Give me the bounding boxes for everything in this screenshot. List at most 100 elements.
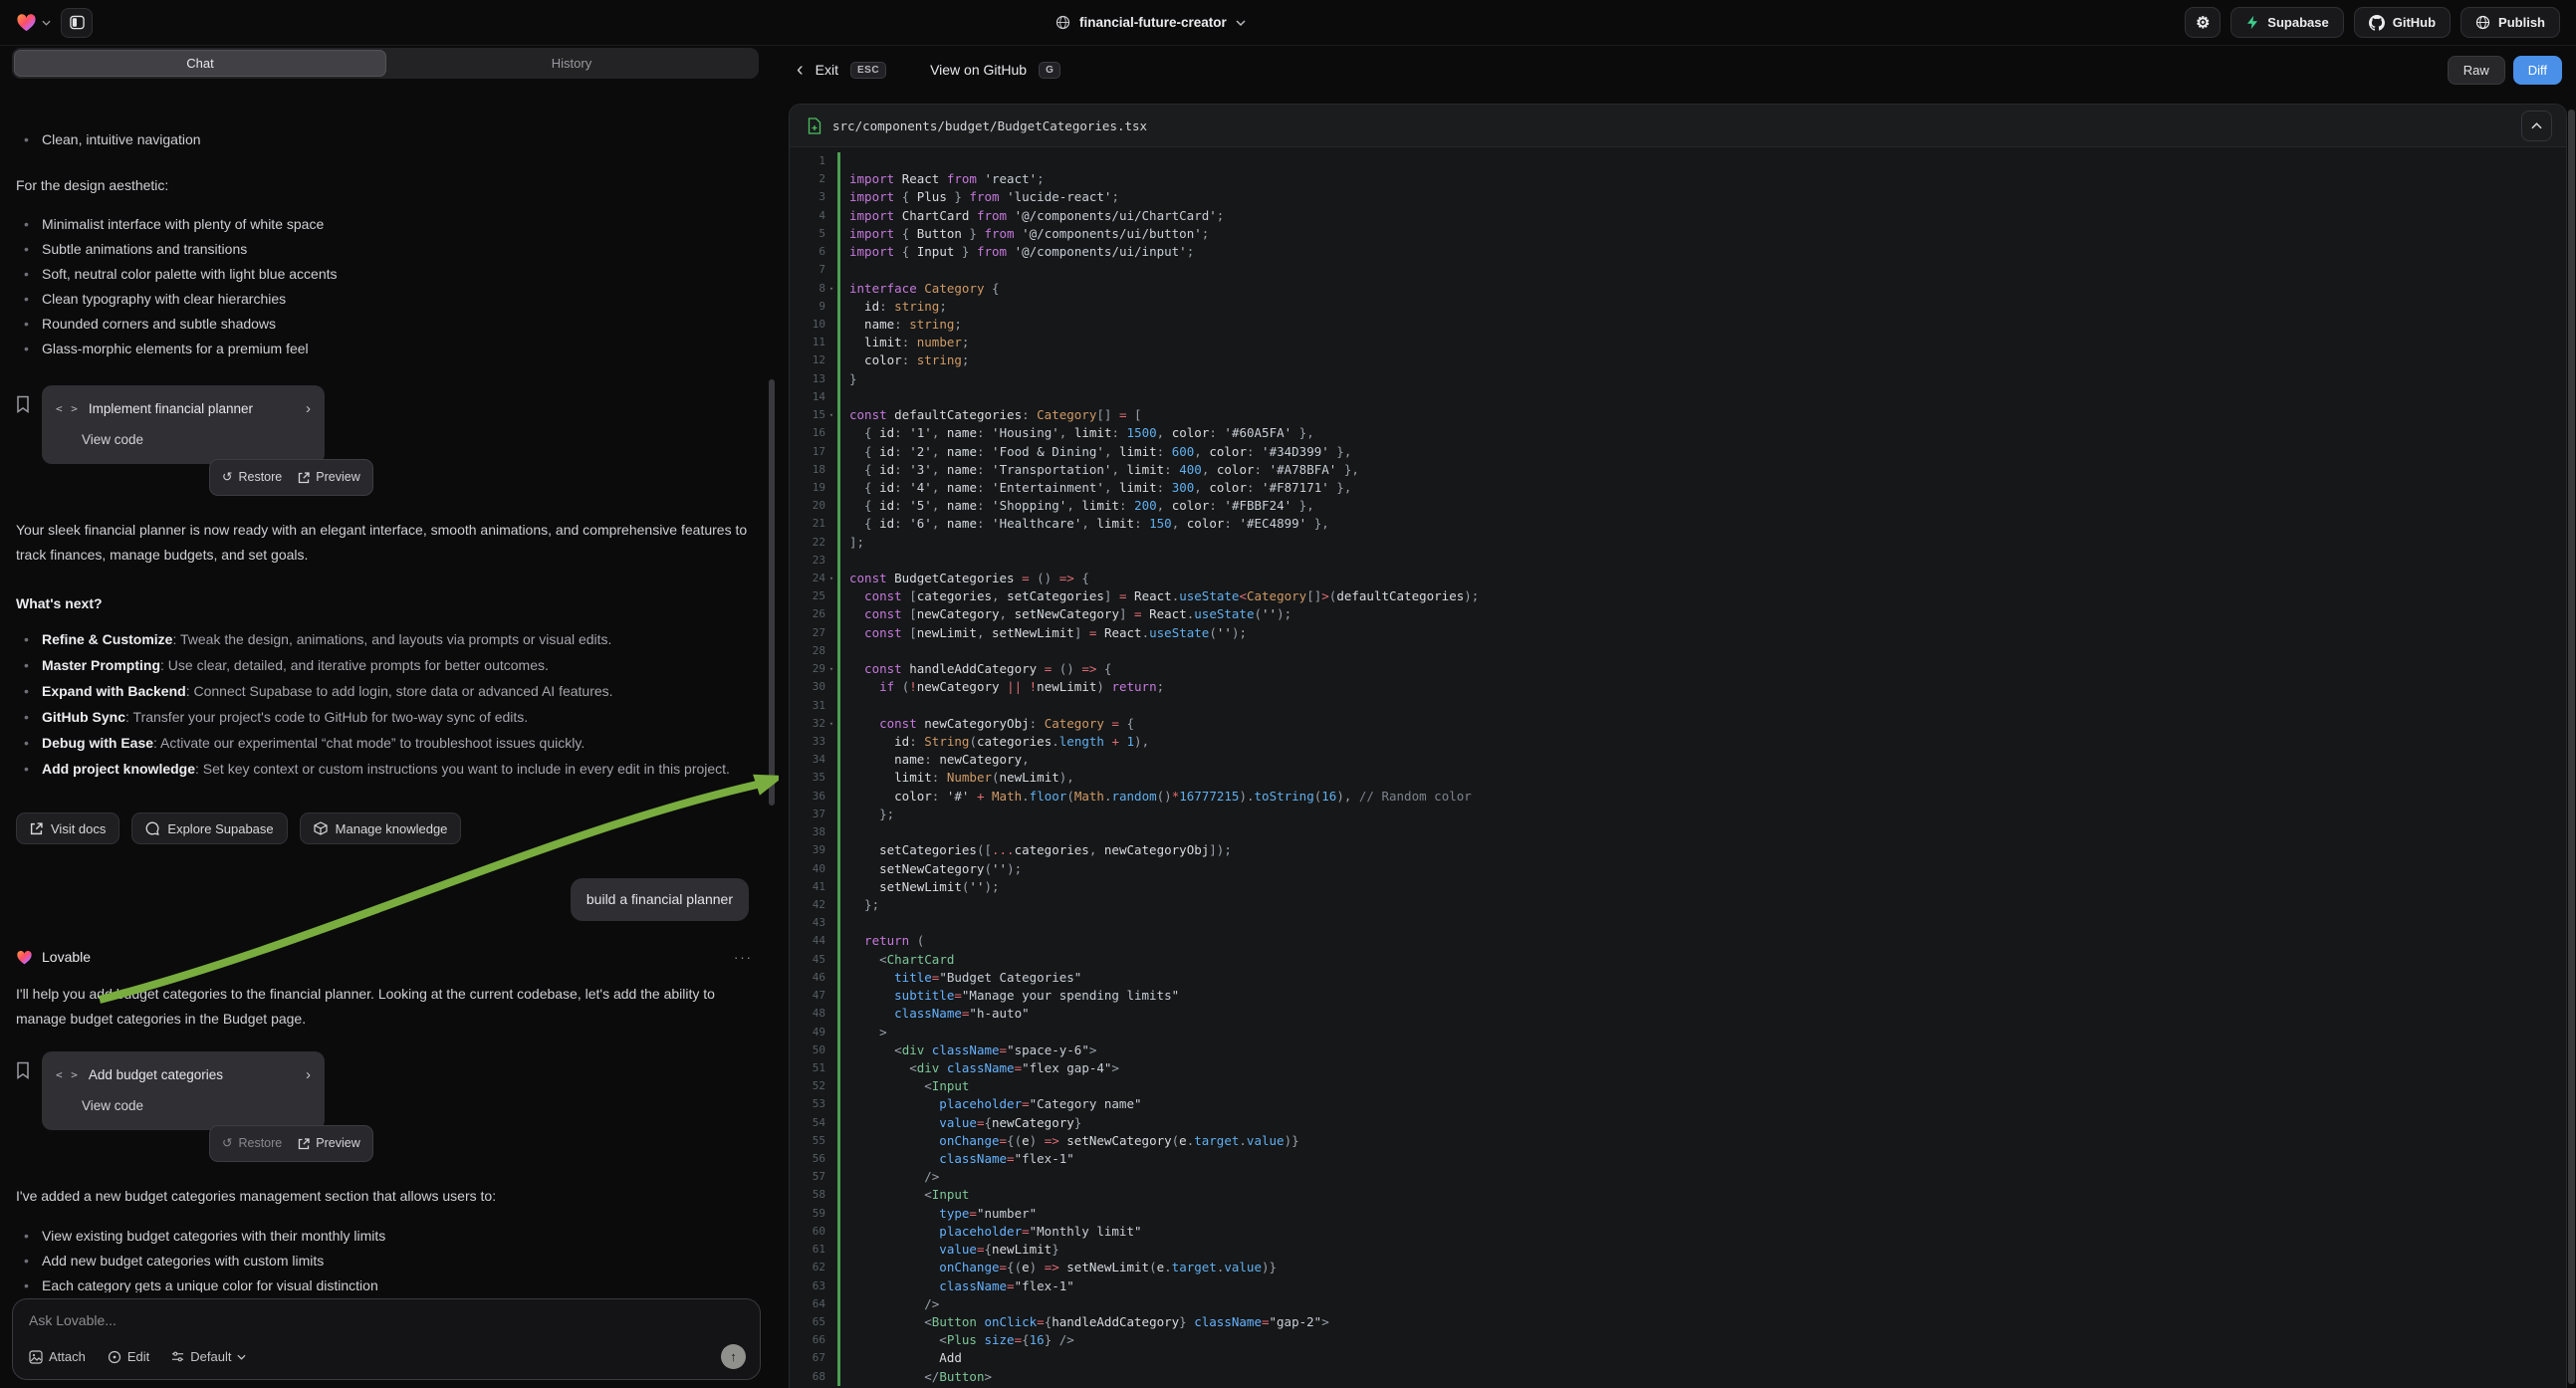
chevron-down-icon — [42, 20, 51, 26]
chat-input[interactable]: Ask Lovable... — [29, 1312, 744, 1328]
list-item: Add project knowledge: Set key context o… — [16, 757, 759, 782]
tab-history[interactable]: History — [386, 50, 757, 77]
version-actions: ↺ Restore Preview — [209, 1125, 373, 1162]
supabase-button[interactable]: Supabase — [2230, 7, 2343, 38]
code-editor[interactable]: 12import React from 'react';3import { Pl… — [790, 147, 2566, 1386]
lovable-heart-icon — [16, 950, 33, 965]
chat-message-list[interactable]: Clean, intuitive navigation For the desi… — [0, 127, 779, 1292]
chevron-down-icon — [237, 1354, 246, 1360]
assistant-paragraph: I've added a new budget categories manag… — [16, 1184, 759, 1209]
chat-scrollbar[interactable] — [769, 379, 775, 806]
publish-globe-icon — [2475, 15, 2490, 30]
g-shortcut-badge: G — [1039, 62, 1060, 79]
file-header[interactable]: src/components/budget/BudgetCategories.t… — [790, 105, 2566, 147]
version-actions: ↺ Restore Preview — [209, 459, 373, 496]
code-icon: < > — [56, 1062, 79, 1087]
sidebar-panel-icon — [70, 15, 85, 30]
send-button[interactable]: ↑ — [721, 1344, 746, 1369]
preview-button[interactable]: Preview — [298, 1131, 359, 1156]
list-item: Master Prompting: Use clear, detailed, a… — [16, 653, 759, 678]
code-lines: 12import React from 'react';3import { Pl… — [790, 152, 2566, 1386]
sliders-icon — [171, 1350, 184, 1363]
version-card-add-budget-categories[interactable]: < > Add budget categories › View code — [42, 1051, 325, 1130]
assistant-paragraph: Your sleek financial planner is now read… — [16, 518, 753, 568]
design-bullets: Minimalist interface with plenty of whit… — [16, 212, 759, 361]
code-scrollbar[interactable] — [2568, 110, 2575, 1384]
lovable-logo-menu[interactable] — [16, 13, 51, 32]
lovable-heart-icon — [16, 13, 37, 32]
package-icon — [314, 821, 328, 835]
assistant-paragraph: I'll help you add budget categories to t… — [16, 982, 758, 1032]
whats-next-heading: What's next? — [16, 591, 759, 616]
code-icon: < > — [56, 396, 79, 421]
visit-docs-button[interactable]: Visit docs — [16, 812, 119, 844]
restore-button[interactable]: ↺ Restore — [222, 465, 282, 490]
back-chevron-icon[interactable]: ‹ — [797, 59, 804, 82]
code-card: src/components/budget/BudgetCategories.t… — [789, 104, 2567, 1388]
more-menu-icon[interactable]: ··· — [734, 945, 753, 970]
github-button[interactable]: GitHub — [2354, 7, 2451, 38]
project-name: financial-future-creator — [1079, 15, 1227, 30]
target-icon — [108, 1350, 121, 1364]
restore-icon: ↺ — [222, 1131, 232, 1156]
view-code-link[interactable]: View code — [56, 1093, 311, 1118]
added-bullets: View existing budget categories with the… — [16, 1224, 759, 1292]
view-on-github-button[interactable]: View on GitHub — [930, 62, 1027, 78]
sidebar-toggle-button[interactable] — [61, 8, 93, 38]
list-item: Debug with Ease: Activate our experiment… — [16, 731, 759, 756]
chat-bullet: Subtle animations and transitions — [16, 237, 759, 262]
chat-bullet: Clean, intuitive navigation — [16, 127, 759, 152]
bookmark-icon[interactable] — [16, 1061, 30, 1079]
edit-button[interactable]: Edit — [108, 1349, 149, 1364]
bookmark-icon[interactable] — [16, 395, 30, 413]
exit-button[interactable]: Exit — [816, 62, 838, 78]
external-link-icon — [30, 822, 43, 835]
user-message: build a financial planner — [571, 878, 749, 921]
supabase-bolt-icon — [2245, 15, 2259, 30]
chevron-down-icon — [1236, 20, 1246, 26]
external-link-icon — [298, 472, 310, 484]
project-switcher[interactable]: financial-future-creator — [1055, 15, 1246, 30]
code-view-header: ‹ Exit ESC View on GitHub G Raw Diff — [779, 46, 2576, 94]
github-icon — [2369, 15, 2385, 31]
whats-next-list: Refine & Customize: Tweak the design, an… — [16, 627, 759, 783]
chevron-right-icon: › — [306, 396, 311, 421]
chat-panel: Chat History Clean, intuitive navigation… — [0, 46, 779, 1388]
assistant-name: Lovable — [42, 945, 91, 970]
external-link-icon — [298, 1138, 310, 1150]
chat-bubble-icon — [145, 821, 159, 835]
chat-bullet: Each category gets a unique color for vi… — [16, 1273, 759, 1292]
chat-bullet: View existing budget categories with the… — [16, 1224, 759, 1249]
mode-select[interactable]: Default — [171, 1349, 246, 1364]
list-item: GitHub Sync: Transfer your project's cod… — [16, 705, 759, 730]
explore-supabase-button[interactable]: Explore Supabase — [131, 812, 287, 844]
globe-icon — [1055, 15, 1070, 30]
version-card-implement-financial-planner[interactable]: < > Implement financial planner › View c… — [42, 385, 325, 464]
chat-bullet: Rounded corners and subtle shadows — [16, 312, 759, 337]
attach-button[interactable]: Attach — [29, 1349, 86, 1364]
esc-shortcut-badge: ESC — [850, 62, 886, 79]
diff-toggle-button[interactable]: Diff — [2513, 56, 2562, 85]
publish-button[interactable]: Publish — [2460, 7, 2560, 38]
chat-bullet: Soft, neutral color palette with light b… — [16, 262, 759, 287]
tab-chat[interactable]: Chat — [14, 50, 386, 77]
chevron-right-icon: › — [306, 1062, 311, 1087]
chat-bullet: Add new budget categories with custom li… — [16, 1249, 759, 1273]
file-path: src/components/budget/BudgetCategories.t… — [832, 118, 1147, 133]
chat-bullet: Clean typography with clear hierarchies — [16, 287, 759, 312]
manage-knowledge-button[interactable]: Manage knowledge — [300, 812, 462, 844]
list-item: Expand with Backend: Connect Supabase to… — [16, 679, 759, 704]
chat-bullet: Glass-morphic elements for a premium fee… — [16, 337, 759, 361]
version-title: Implement financial planner — [89, 396, 253, 421]
view-code-link[interactable]: View code — [56, 427, 311, 452]
code-panel: ‹ Exit ESC View on GitHub G Raw Diff src… — [779, 46, 2576, 1388]
composer: Ask Lovable... Attach Edit Default ↑ — [12, 1298, 761, 1380]
preview-button[interactable]: Preview — [298, 465, 359, 490]
settings-button[interactable]: ⚙ — [2185, 7, 2221, 38]
topbar: financial-future-creator ⚙ Supabase GitH… — [0, 0, 2576, 46]
restore-icon: ↺ — [222, 465, 232, 490]
raw-toggle-button[interactable]: Raw — [2448, 56, 2505, 85]
restore-button[interactable]: ↺ Restore — [222, 1131, 282, 1156]
chat-bullet: Minimalist interface with plenty of whit… — [16, 212, 759, 237]
collapse-file-button[interactable] — [2521, 111, 2552, 141]
